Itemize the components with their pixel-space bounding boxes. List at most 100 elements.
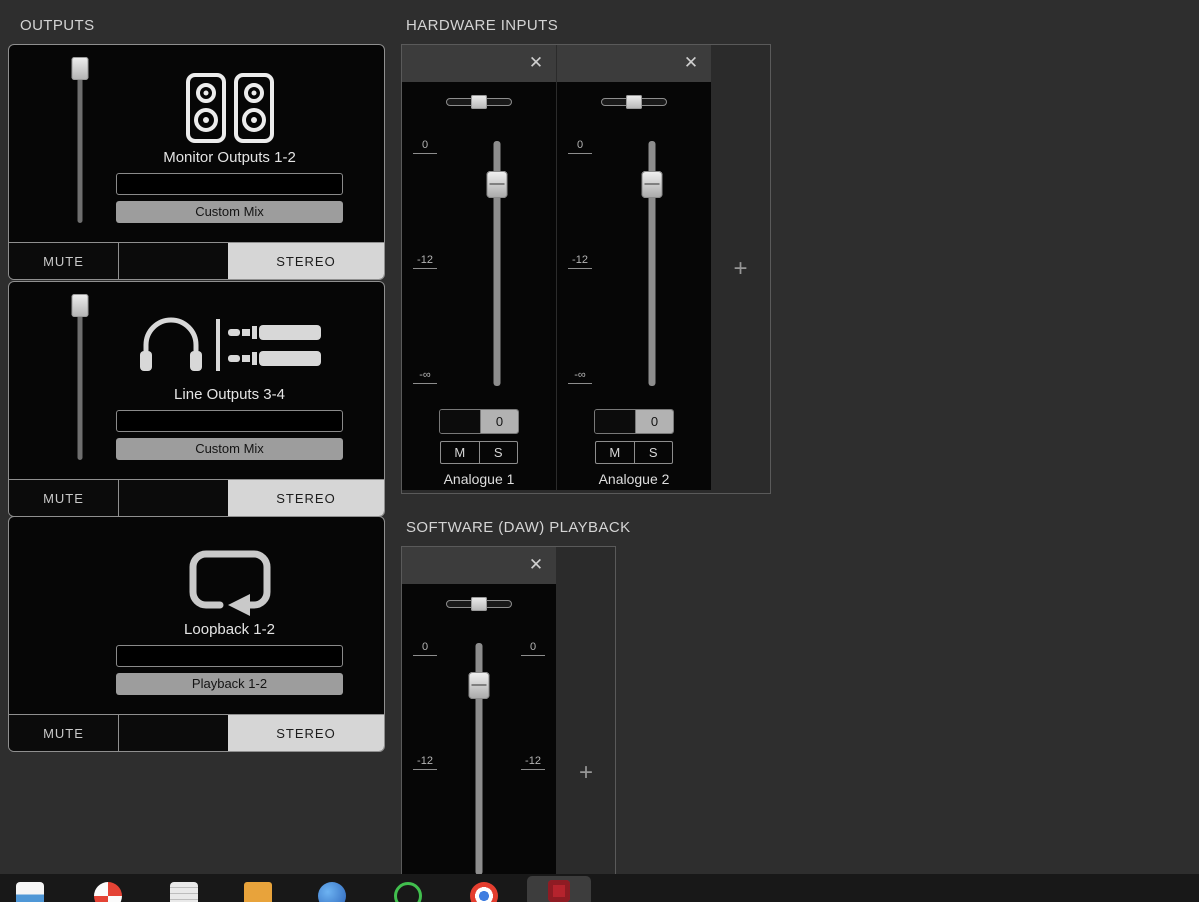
software-playback-title: SOFTWARE (DAW) PLAYBACK — [406, 519, 631, 536]
solo-button[interactable]: S — [480, 442, 518, 463]
pan-slider[interactable] — [601, 95, 667, 109]
add-channel-zone: + — [711, 45, 770, 493]
source-button[interactable]: Playback 1-2 — [116, 673, 343, 695]
mono-toggle-area[interactable] — [119, 715, 228, 751]
channel-strip-analogue-2: ✕ 0 -12 -∞ 0 M S Analogue 2 — [557, 45, 711, 490]
fader-handle[interactable] — [641, 171, 663, 198]
green-ring-app-icon[interactable] — [394, 882, 422, 902]
stereo-toggle[interactable]: STEREO — [228, 480, 384, 516]
custom-name-input[interactable] — [116, 173, 343, 195]
scale-left-minus12: -12 — [413, 756, 437, 770]
audio-app-glyph — [548, 880, 570, 902]
speakers-icon — [116, 65, 343, 151]
scale-unity: 0 — [413, 140, 437, 154]
scale-minus-inf: -∞ — [568, 370, 592, 384]
mono-toggle-area[interactable] — [119, 243, 228, 279]
file-manager-icon[interactable] — [16, 882, 44, 902]
mono-toggle-area[interactable] — [119, 480, 228, 516]
solo-button[interactable]: S — [635, 442, 673, 463]
output-main-monitor: Monitor Outputs 1-2 Custom Mix — [9, 45, 384, 243]
mute-button[interactable]: MUTE — [9, 243, 119, 279]
stereo-toggle[interactable]: STEREO — [228, 243, 384, 279]
scale-minus-inf: -∞ — [413, 370, 437, 384]
folder-icon[interactable] — [244, 882, 272, 902]
pan-handle[interactable] — [471, 597, 487, 611]
gain-value-box: 0 — [439, 409, 519, 434]
hardware-inputs-panel: ✕ 0 -12 -∞ 0 M S Analogue 1 ✕ 0 -12 -∞ 0… — [401, 44, 771, 494]
output-name: Loopback 1-2 — [184, 621, 275, 638]
blue-app-icon[interactable] — [318, 882, 346, 902]
output-section-line: Line Outputs 3-4 Custom Mix MUTE STEREO — [8, 281, 385, 517]
close-icon[interactable]: ✕ — [524, 553, 548, 577]
channel-header: ✕ — [557, 45, 711, 82]
gain-value: 0 — [636, 410, 673, 433]
source-button[interactable]: Custom Mix — [116, 201, 343, 223]
gain-meter — [440, 410, 481, 433]
add-channel-button[interactable]: + — [557, 759, 615, 787]
output-controls-row: MUTE STEREO — [9, 479, 384, 516]
loopback-icon — [116, 537, 343, 623]
mute-button[interactable]: MUTE — [9, 480, 119, 516]
output-main-loopback: Loopback 1-2 Playback 1-2 — [9, 517, 384, 715]
output-volume-fader[interactable] — [70, 57, 90, 225]
scale-right-unity: 0 — [521, 642, 545, 656]
close-icon[interactable]: ✕ — [524, 51, 548, 75]
gain-value-box: 0 — [594, 409, 674, 434]
mute-solo-group: M S — [440, 441, 518, 464]
scale-unity: 0 — [568, 140, 592, 154]
fader-handle[interactable] — [468, 672, 490, 699]
outputs-title: OUTPUTS — [20, 17, 95, 34]
add-channel-zone: + — [557, 547, 615, 875]
browser-icon[interactable] — [94, 882, 122, 902]
text-editor-icon[interactable] — [170, 882, 198, 902]
mute-button[interactable]: MUTE — [9, 715, 119, 751]
pan-slider[interactable] — [446, 95, 512, 109]
close-icon[interactable]: ✕ — [679, 51, 703, 75]
output-main-line: Line Outputs 3-4 Custom Mix — [9, 282, 384, 480]
pan-handle[interactable] — [626, 95, 642, 109]
scale-left-unity: 0 — [413, 642, 437, 656]
output-name: Monitor Outputs 1-2 — [163, 149, 296, 166]
fader-handle[interactable] — [486, 171, 508, 198]
mute-solo-group: M S — [595, 441, 673, 464]
stereo-toggle[interactable]: STEREO — [228, 715, 384, 751]
fader-handle[interactable] — [71, 294, 89, 317]
fader-handle[interactable] — [71, 57, 89, 80]
output-controls-row: MUTE STEREO — [9, 714, 384, 751]
hardware-inputs-title: HARDWARE INPUTS — [406, 17, 559, 34]
custom-name-input[interactable] — [116, 410, 343, 432]
scale-right-minus12: -12 — [521, 756, 545, 770]
output-controls-row: MUTE STEREO — [9, 242, 384, 279]
output-name: Line Outputs 3-4 — [174, 386, 285, 403]
chrome-icon[interactable] — [470, 882, 498, 902]
channel-name: Analogue 2 — [598, 471, 670, 487]
scale-minus12: -12 — [413, 255, 437, 269]
mute-button[interactable]: M — [441, 442, 480, 463]
fader-track[interactable] — [77, 302, 83, 460]
taskbar — [0, 874, 1199, 902]
source-button[interactable]: Custom Mix — [116, 438, 343, 460]
gain-fader[interactable] — [485, 141, 509, 386]
channel-strip-playback: ✕ 0 0 -12 -12 — [402, 547, 556, 875]
gain-value: 0 — [481, 410, 518, 433]
channel-name: Analogue 1 — [443, 471, 515, 487]
add-channel-button[interactable]: + — [711, 255, 770, 283]
output-section-monitor: Monitor Outputs 1-2 Custom Mix MUTE STER… — [8, 44, 385, 280]
fader-track[interactable] — [77, 65, 83, 223]
active-audio-app-icon[interactable] — [527, 876, 591, 902]
headphones-jacks-icon — [116, 302, 343, 388]
pan-slider[interactable] — [446, 597, 512, 611]
output-section-loopback: Loopback 1-2 Playback 1-2 MUTE STEREO — [8, 516, 385, 752]
software-playback-panel: ✕ 0 0 -12 -12 + — [401, 546, 616, 875]
level-fader[interactable] — [467, 643, 491, 875]
gain-meter — [595, 410, 636, 433]
custom-name-input[interactable] — [116, 645, 343, 667]
channel-strip-analogue-1: ✕ 0 -12 -∞ 0 M S Analogue 1 — [402, 45, 556, 490]
scale-minus12: -12 — [568, 255, 592, 269]
gain-fader[interactable] — [640, 141, 664, 386]
channel-header: ✕ — [402, 45, 556, 82]
mute-button[interactable]: M — [596, 442, 635, 463]
pan-handle[interactable] — [471, 95, 487, 109]
output-volume-fader[interactable] — [70, 294, 90, 462]
channel-header: ✕ — [402, 547, 556, 584]
